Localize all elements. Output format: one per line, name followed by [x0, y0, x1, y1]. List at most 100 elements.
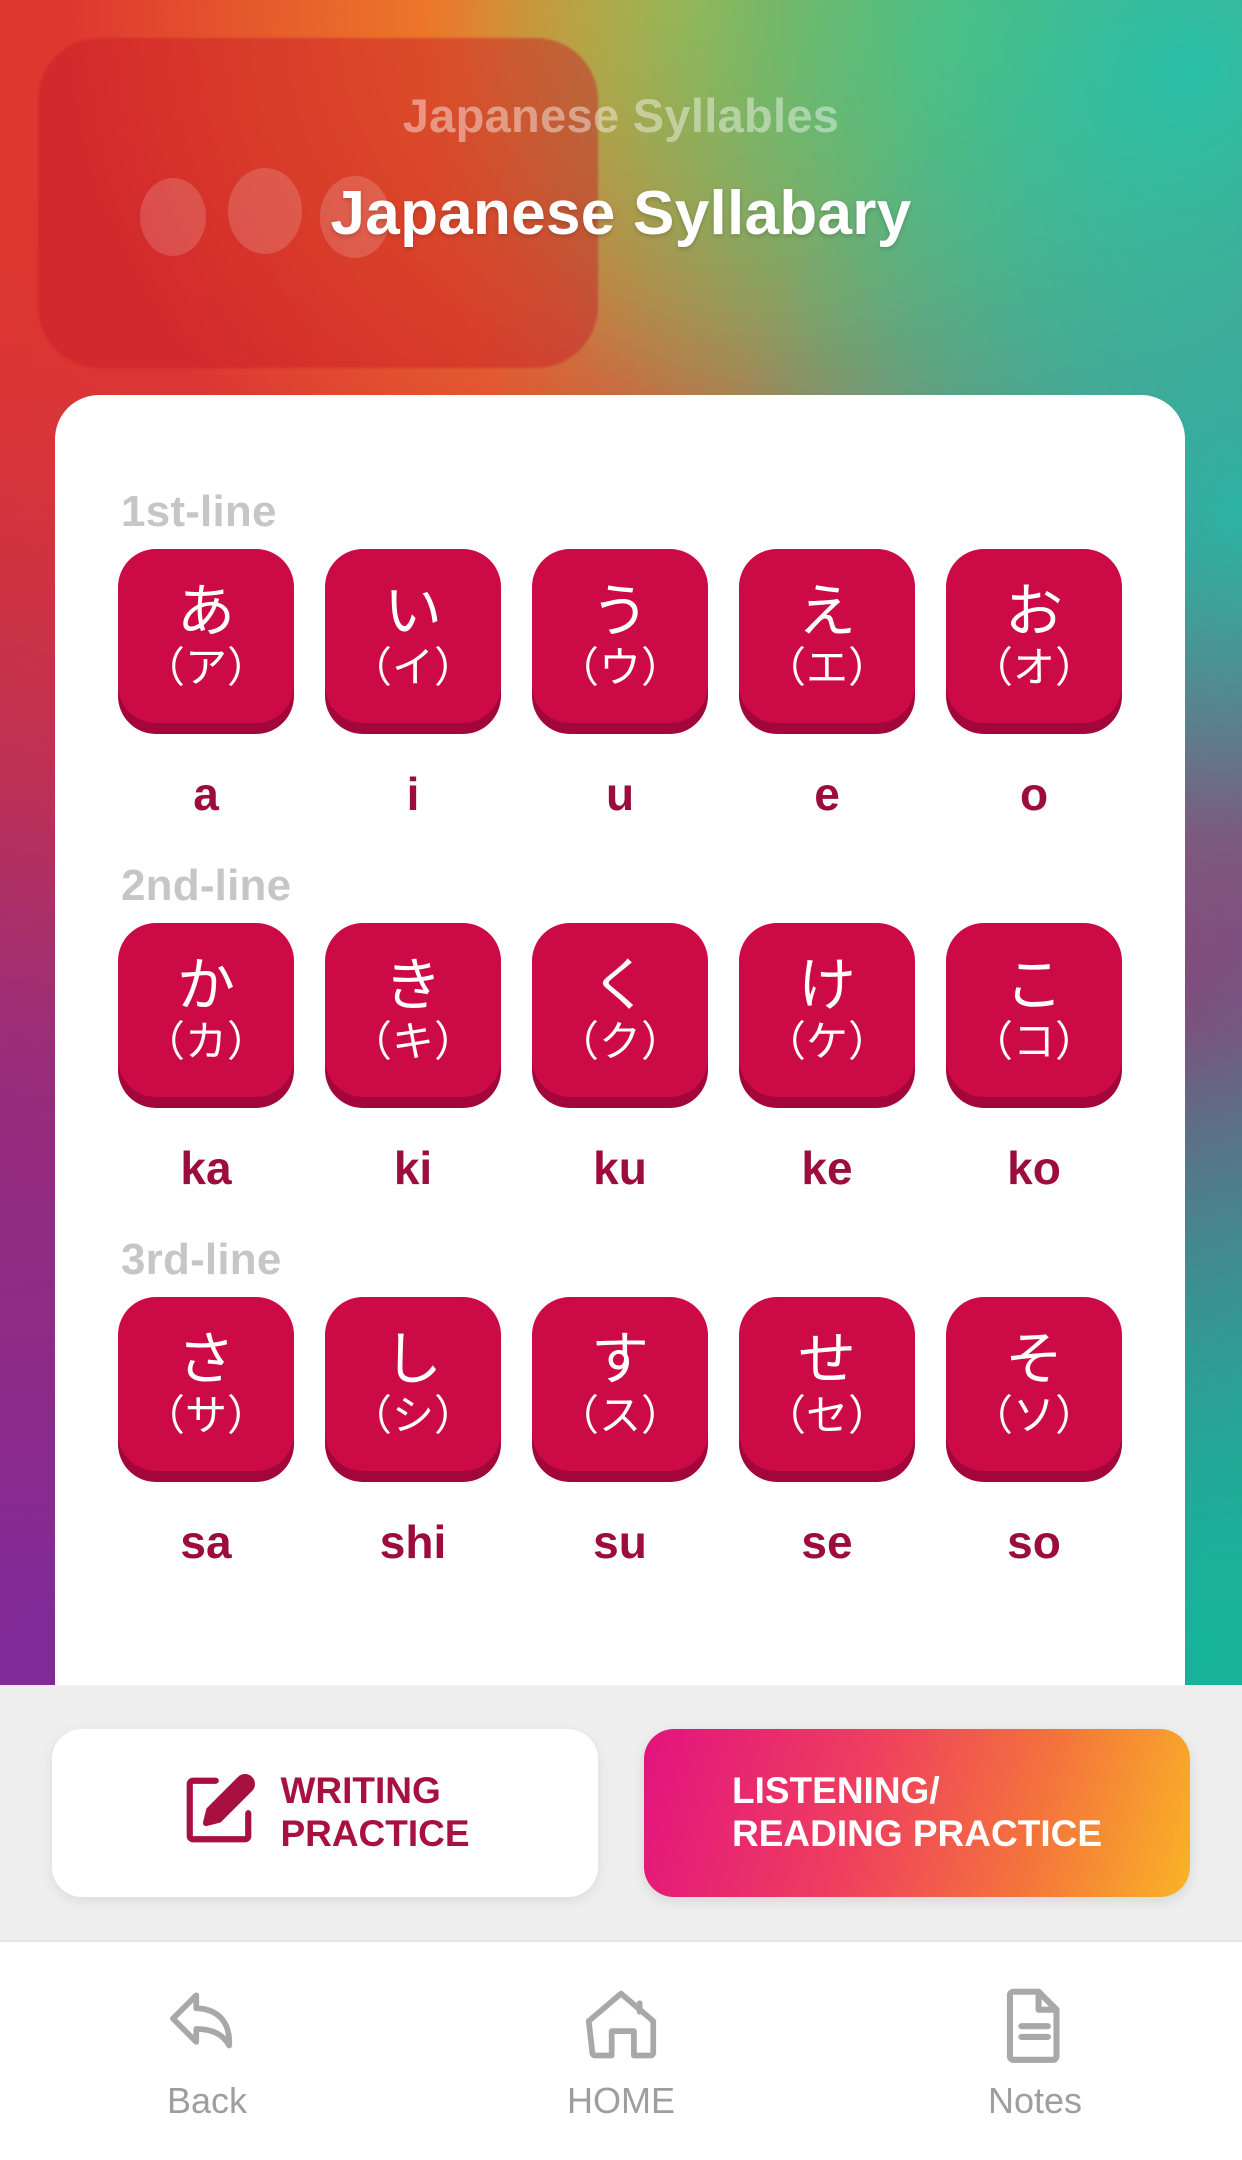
kana-tile-su[interactable]: す （ス） — [532, 1297, 708, 1471]
kana-row-1: あ （ア） a い （イ） i う （ウ） u え （エ） e お （オ） o — [93, 549, 1147, 821]
katakana-glyph: （ク） — [556, 1018, 683, 1065]
listening-label-line1: LISTENING/ — [731, 1769, 940, 1811]
katakana-glyph: （オ） — [970, 644, 1097, 691]
writing-label-line1: WRITING — [280, 1769, 441, 1811]
kana-tile-se[interactable]: せ （セ） — [739, 1297, 915, 1471]
romaji-label: o — [1019, 768, 1049, 820]
hiragana-glyph: す — [590, 1327, 649, 1392]
katakana-glyph: （エ） — [763, 644, 890, 691]
romaji-label: se — [801, 1516, 853, 1568]
romaji-label: ka — [180, 1142, 232, 1194]
nav-label-notes: Notes — [987, 2079, 1083, 2121]
writing-practice-label: WRITING PRACTICE — [280, 1770, 469, 1855]
kana-row-3: さ （サ） sa し （シ） shi す （ス） su せ （セ） se そ （… — [93, 1297, 1147, 1569]
row-label-3: 3rd-line — [121, 1235, 282, 1284]
kana-cell[interactable]: か （カ） ka — [115, 923, 297, 1195]
hiragana-glyph: え — [797, 579, 856, 644]
kana-tile-o[interactable]: お （オ） — [946, 549, 1122, 723]
kana-tile-ke[interactable]: け （ケ） — [739, 923, 915, 1097]
romaji-label: i — [406, 768, 420, 820]
bottom-navigation-bar: Back HOME Notes — [0, 1940, 1242, 2160]
katakana-glyph: （シ） — [349, 1392, 476, 1439]
kana-cell[interactable]: え （エ） e — [736, 549, 918, 821]
kana-tile-e[interactable]: え （エ） — [739, 549, 915, 723]
practice-action-bar: WRITING PRACTICE LISTENING/ READING PRAC… — [0, 1685, 1242, 1940]
kana-cell[interactable]: い （イ） i — [322, 549, 504, 821]
syllabary-card: 1st-line あ （ア） a い （イ） i う （ウ） u え （エ） e… — [55, 395, 1185, 1685]
home-icon — [578, 1981, 664, 2072]
hiragana-glyph: せ — [797, 1327, 856, 1392]
kana-cell[interactable]: そ （ソ） so — [943, 1297, 1125, 1569]
romaji-label: ke — [801, 1142, 853, 1194]
kana-cell[interactable]: お （オ） o — [943, 549, 1125, 821]
row-label-1: 1st-line — [121, 487, 277, 536]
kana-cell[interactable]: し （シ） shi — [322, 1297, 504, 1569]
nav-label-back: Back — [166, 2079, 248, 2121]
katakana-glyph: （カ） — [142, 1018, 269, 1065]
katakana-glyph: （キ） — [349, 1018, 476, 1065]
kana-tile-ka[interactable]: か （カ） — [118, 923, 294, 1097]
kana-row-2: か （カ） ka き （キ） ki く （ク） ku け （ケ） ke こ （コ… — [93, 923, 1147, 1195]
back-arrow-icon — [164, 1981, 250, 2072]
katakana-glyph: （コ） — [970, 1018, 1097, 1065]
kana-tile-ki[interactable]: き （キ） — [325, 923, 501, 1097]
listening-reading-practice-button[interactable]: LISTENING/ READING PRACTICE — [644, 1728, 1190, 1897]
kana-tile-ku[interactable]: く （ク） — [532, 923, 708, 1097]
romaji-label: u — [605, 768, 635, 820]
nav-item-notes[interactable]: Notes — [828, 1942, 1242, 2160]
hiragana-glyph: か — [176, 953, 235, 1018]
hiragana-glyph: あ — [176, 579, 235, 644]
kana-tile-a[interactable]: あ （ア） — [118, 549, 294, 723]
nav-item-home[interactable]: HOME — [414, 1942, 828, 2160]
kana-cell[interactable]: き （キ） ki — [322, 923, 504, 1195]
kana-tile-sa[interactable]: さ （サ） — [118, 1297, 294, 1471]
listening-practice-label: LISTENING/ READING PRACTICE — [732, 1770, 1102, 1855]
nav-item-back[interactable]: Back — [0, 1942, 414, 2160]
hiragana-glyph: い — [383, 579, 442, 644]
kana-cell[interactable]: あ （ア） a — [115, 549, 297, 821]
hiragana-glyph: け — [797, 953, 856, 1018]
hiragana-glyph: お — [1004, 579, 1063, 644]
kana-cell[interactable]: こ （コ） ko — [943, 923, 1125, 1195]
row-label-2: 2nd-line — [121, 861, 292, 910]
katakana-glyph: （イ） — [349, 644, 476, 691]
kana-cell[interactable]: け （ケ） ke — [736, 923, 918, 1195]
writing-practice-button[interactable]: WRITING PRACTICE — [52, 1728, 598, 1897]
romaji-label: so — [1007, 1516, 1061, 1568]
katakana-glyph: （セ） — [763, 1392, 890, 1439]
hiragana-glyph: き — [383, 953, 442, 1018]
kana-cell[interactable]: う （ウ） u — [529, 549, 711, 821]
kana-tile-u[interactable]: う （ウ） — [532, 549, 708, 723]
kana-tile-i[interactable]: い （イ） — [325, 549, 501, 723]
romaji-label: ko — [1007, 1142, 1061, 1194]
kana-cell[interactable]: す （ス） su — [529, 1297, 711, 1569]
hiragana-glyph: さ — [176, 1327, 235, 1392]
romaji-label: ku — [593, 1142, 647, 1194]
romaji-label: su — [593, 1516, 647, 1568]
romaji-label: sa — [180, 1516, 232, 1568]
hiragana-glyph: し — [383, 1327, 442, 1392]
kana-cell[interactable]: く （ク） ku — [529, 923, 711, 1195]
kana-tile-ko[interactable]: こ （コ） — [946, 923, 1122, 1097]
katakana-glyph: （サ） — [142, 1392, 269, 1439]
listening-label-line2: READING PRACTICE — [731, 1812, 1103, 1854]
kana-cell[interactable]: せ （セ） se — [736, 1297, 918, 1569]
nav-label-home: HOME — [567, 2079, 675, 2121]
hiragana-glyph: う — [590, 579, 649, 644]
romaji-label: ki — [393, 1142, 433, 1194]
hiragana-glyph: こ — [1004, 953, 1063, 1018]
hiragana-glyph: そ — [1004, 1327, 1063, 1392]
kana-cell[interactable]: さ （サ） sa — [115, 1297, 297, 1569]
page-header: Japanese Syllables Japanese Syllabary — [0, 0, 1242, 300]
pencil-square-icon — [180, 1771, 258, 1854]
kana-tile-so[interactable]: そ （ソ） — [946, 1297, 1122, 1471]
kana-tile-shi[interactable]: し （シ） — [325, 1297, 501, 1471]
katakana-glyph: （ケ） — [763, 1018, 890, 1065]
katakana-glyph: （ア） — [142, 644, 269, 691]
writing-label-line2: PRACTICE — [280, 1812, 470, 1854]
katakana-glyph: （ウ） — [556, 644, 683, 691]
romaji-label: a — [193, 768, 219, 820]
page-title: Japanese Syllabary — [330, 179, 912, 248]
katakana-glyph: （ス） — [556, 1392, 683, 1439]
katakana-glyph: （ソ） — [970, 1392, 1097, 1439]
